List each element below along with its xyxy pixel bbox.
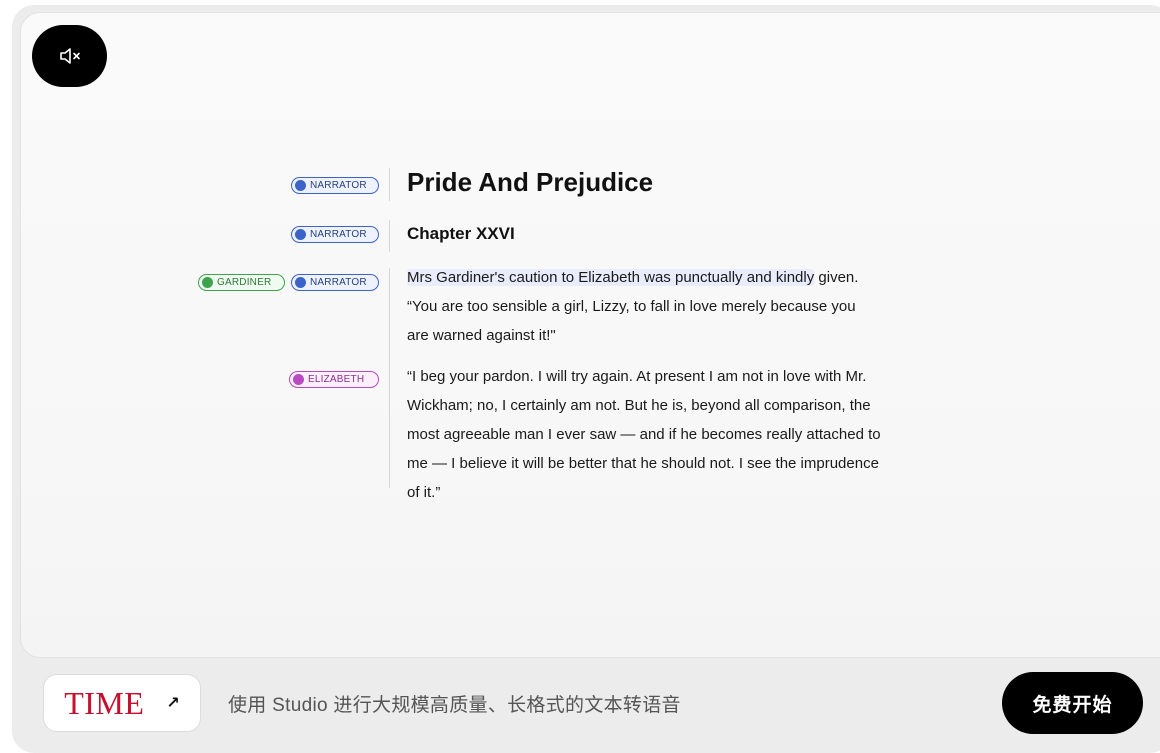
narrator-avatar-icon	[295, 229, 306, 240]
chapter-heading: Chapter XXVI	[407, 224, 515, 243]
gardiner-avatar-icon	[202, 277, 213, 288]
narrator-avatar-icon	[295, 277, 306, 288]
speaker-tag-narrator[interactable]: NARRATOR	[291, 177, 379, 194]
elizabeth-avatar-icon	[293, 374, 304, 385]
narrator-avatar-icon	[295, 180, 306, 191]
speaker-tag-narrator[interactable]: NARRATOR	[291, 274, 379, 291]
speaker-tag-gardiner[interactable]: GARDINER	[198, 274, 285, 291]
divider	[389, 268, 390, 488]
paragraph-line: most agreeable man I ever saw — and if h…	[407, 426, 881, 443]
paragraph: Mrs Gardiner's caution to Elizabeth was …	[407, 263, 967, 350]
current-highlight: Mrs Gardiner's caution to Elizabeth was …	[407, 269, 815, 286]
time-link-button[interactable]: TIME ↗	[43, 674, 201, 732]
paragraph-line: of it.”	[407, 484, 441, 501]
tagline: 使用 Studio 进行大规模高质量、长格式的文本转语音	[228, 695, 681, 716]
paragraph: “I beg your pardon. I will try again. At…	[407, 362, 967, 507]
divider	[389, 220, 390, 252]
time-logo: TIME	[64, 685, 145, 721]
paragraph-line: me — I believe it will be better that he…	[407, 455, 879, 472]
mute-button[interactable]	[32, 25, 107, 87]
external-link-icon: ↗	[166, 695, 180, 712]
divider	[389, 168, 390, 201]
speaker-tag-narrator[interactable]: NARRATOR	[291, 226, 379, 243]
paragraph-line: are warned against it!"	[407, 327, 556, 344]
paragraph-line: “You are too sensible a girl, Lizzy, to …	[407, 298, 856, 315]
paragraph-line: Mrs Gardiner's caution to Elizabeth was …	[407, 269, 859, 286]
paragraph-line: “I beg your pardon. I will try again. At…	[407, 368, 867, 385]
speaker-muted-icon	[59, 48, 80, 64]
paragraph-line: Wickham; no, I certainly am not. But he …	[407, 397, 871, 414]
book-title: Pride And Prejudice	[407, 167, 654, 197]
speaker-tag-elizabeth[interactable]: ELIZABETH	[289, 371, 379, 388]
start-free-button[interactable]: 免费开始	[1002, 672, 1143, 734]
